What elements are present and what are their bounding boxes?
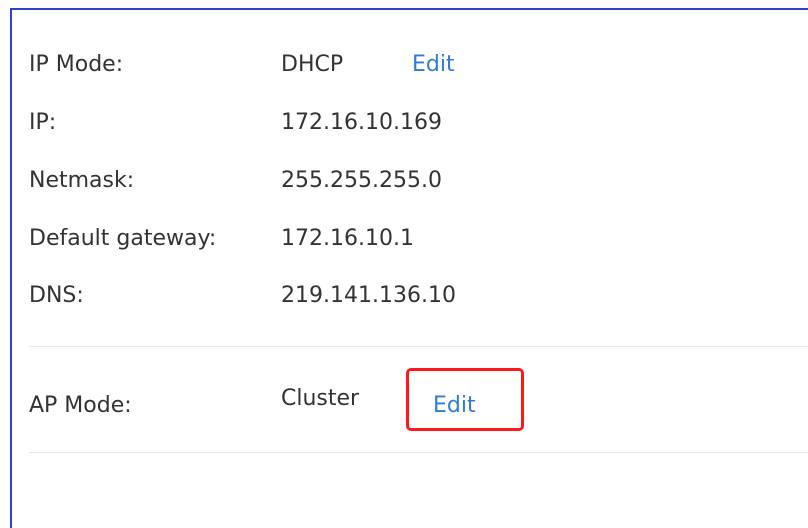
ip-value: 172.16.10.169	[281, 110, 442, 135]
default-gateway-value: 172.16.10.1	[281, 226, 414, 251]
netmask-value: 255.255.255.0	[281, 168, 442, 193]
ip-mode-edit-link[interactable]: Edit	[412, 52, 455, 78]
dns-value: 219.141.136.10	[281, 283, 456, 308]
default-gateway-label: Default gateway:	[29, 226, 217, 251]
ip-mode-value: DHCP	[281, 52, 344, 77]
section-divider	[29, 346, 808, 347]
ap-mode-label: AP Mode:	[29, 393, 132, 418]
ip-mode-label: IP Mode:	[29, 52, 124, 77]
dns-label: DNS:	[29, 283, 84, 308]
bottom-divider	[29, 452, 808, 453]
highlight-annotation-box	[406, 368, 524, 431]
netmask-label: Netmask:	[29, 168, 135, 193]
ap-mode-value: Cluster	[281, 386, 360, 411]
ip-label: IP:	[29, 110, 57, 135]
settings-panel-frame	[10, 8, 808, 528]
